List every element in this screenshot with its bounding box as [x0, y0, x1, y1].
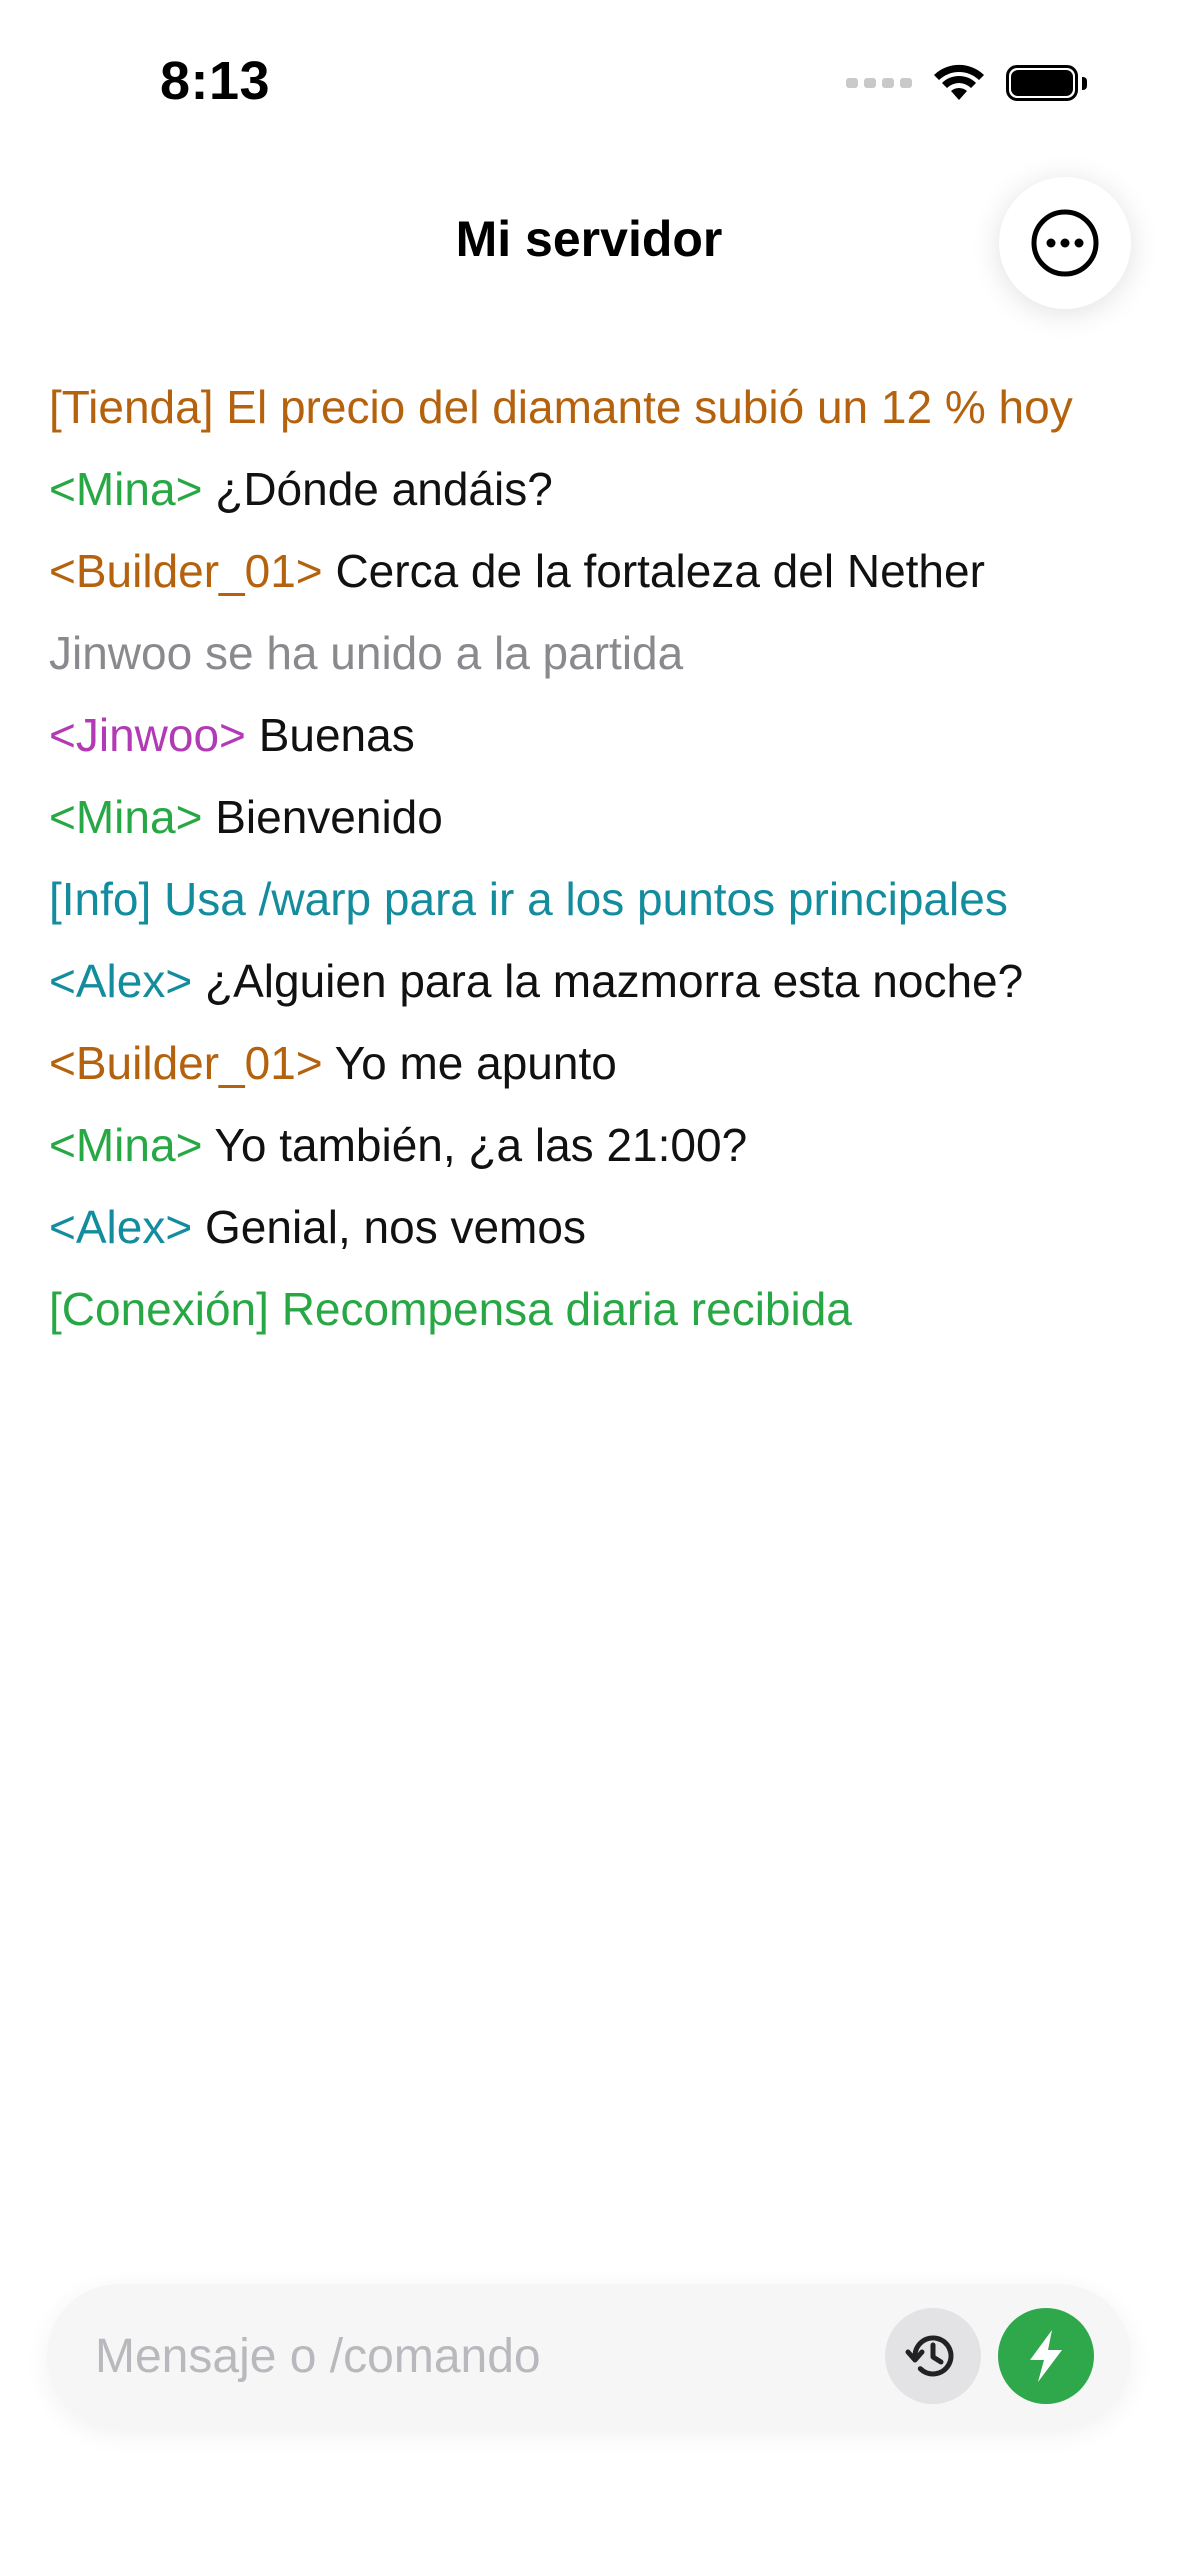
- player-name-builder: <Builder_01>: [49, 1037, 323, 1089]
- chat-line-builder: <Builder_01> Yo me apunto: [49, 1022, 1149, 1104]
- chat-line-shop: [Tienda] El precio del diamante subió un…: [49, 366, 1149, 448]
- player-name-alex: <Alex>: [49, 955, 193, 1007]
- chat-line-alex: <Alex> Genial, nos vemos: [49, 1186, 1149, 1268]
- chat-line-info: [Info] Usa /warp para ir a los puntos pr…: [49, 858, 1149, 940]
- chat-line-mina: <Mina> Bienvenido: [49, 776, 1149, 858]
- status-bar: 8:13: [0, 0, 1178, 150]
- wifi-icon: [934, 64, 984, 100]
- player-name-builder: <Builder_01>: [49, 545, 323, 597]
- chat-message: Bienvenido: [202, 791, 443, 843]
- connection-reward-message: [Conexión] Recompensa diaria recibida: [49, 1283, 852, 1335]
- player-name-mina: <Mina>: [49, 463, 203, 515]
- status-time: 8:13: [160, 51, 271, 111]
- message-input[interactable]: [95, 2284, 895, 2428]
- chat-line-jinwoo: <Jinwoo> Buenas: [49, 694, 1149, 776]
- send-button[interactable]: [998, 2308, 1094, 2404]
- more-options-button[interactable]: [999, 177, 1131, 309]
- chat-line-system: Jinwoo se ha unido a la partida: [49, 612, 1149, 694]
- chat-message: ¿Alguien para la mazmorra esta noche?: [192, 955, 1024, 1007]
- message-composer: [47, 2284, 1131, 2428]
- chat-line-mina: <Mina> Yo también, ¿a las 21:00?: [49, 1104, 1149, 1186]
- cellular-signal-icon: [846, 78, 912, 88]
- chat-message: Genial, nos vemos: [192, 1201, 586, 1253]
- battery-icon: [1006, 65, 1087, 101]
- chat-message: Yo también, ¿a las 21:00?: [202, 1119, 748, 1171]
- chat-message: Buenas: [245, 709, 415, 761]
- chat-log: [Tienda] El precio del diamante subió un…: [49, 366, 1149, 1350]
- chat-message: Cerca de la fortaleza del Nether: [322, 545, 985, 597]
- chat-message: Yo me apunto: [322, 1037, 617, 1089]
- player-name-mina: <Mina>: [49, 1119, 203, 1171]
- ellipsis-circle-icon: [1031, 209, 1099, 277]
- history-clock-icon: [905, 2335, 954, 2377]
- status-icons: [846, 64, 1087, 102]
- player-name-alex: <Alex>: [49, 1201, 193, 1253]
- history-button[interactable]: [885, 2308, 981, 2404]
- chat-line-alex: <Alex> ¿Alguien para la mazmorra esta no…: [49, 940, 1149, 1022]
- system-join-message: Jinwoo se ha unido a la partida: [49, 627, 684, 679]
- info-announcement: [Info] Usa /warp para ir a los puntos pr…: [49, 873, 1008, 925]
- lightning-bolt-icon: [1030, 2330, 1062, 2382]
- chat-line-mina: <Mina> ¿Dónde andáis?: [49, 448, 1149, 530]
- shop-announcement: [Tienda] El precio del diamante subió un…: [49, 381, 1073, 433]
- chat-line-builder: <Builder_01> Cerca de la fortaleza del N…: [49, 530, 1149, 612]
- chat-line-connection: [Conexión] Recompensa diaria recibida: [49, 1268, 1149, 1350]
- player-name-mina: <Mina>: [49, 791, 203, 843]
- player-name-jinwoo: <Jinwoo>: [49, 709, 246, 761]
- chat-message: ¿Dónde andáis?: [202, 463, 553, 515]
